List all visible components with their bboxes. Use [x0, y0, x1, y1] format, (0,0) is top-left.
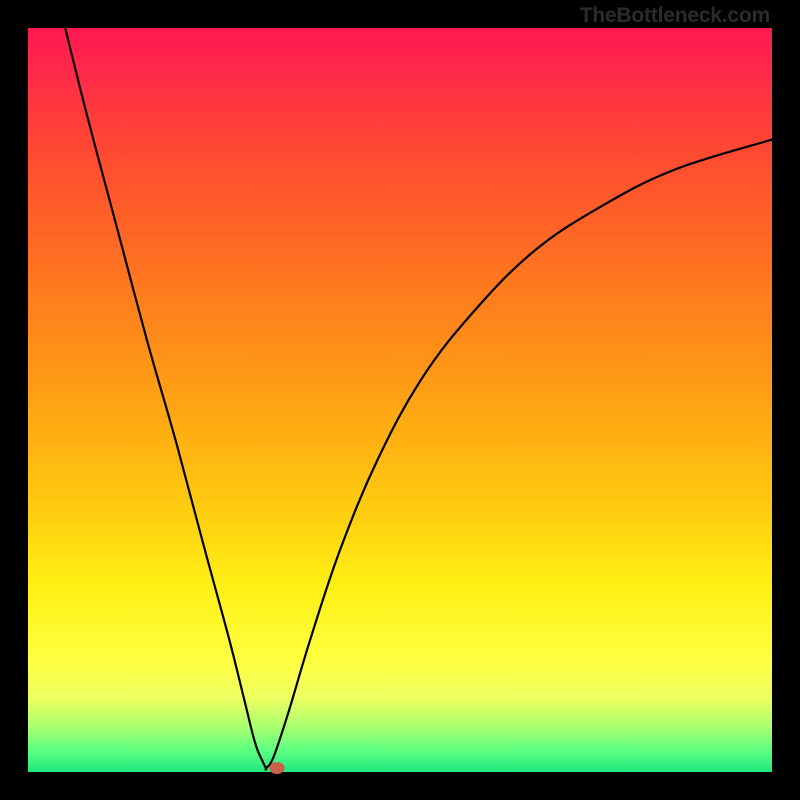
chart-container: TheBottleneck.com: [0, 0, 800, 800]
watermark-text: TheBottleneck.com: [580, 4, 770, 28]
curve-layer: [28, 28, 772, 772]
plot-area: [28, 28, 772, 772]
bottleneck-curve: [65, 28, 772, 770]
optimal-point-marker: [270, 762, 285, 774]
